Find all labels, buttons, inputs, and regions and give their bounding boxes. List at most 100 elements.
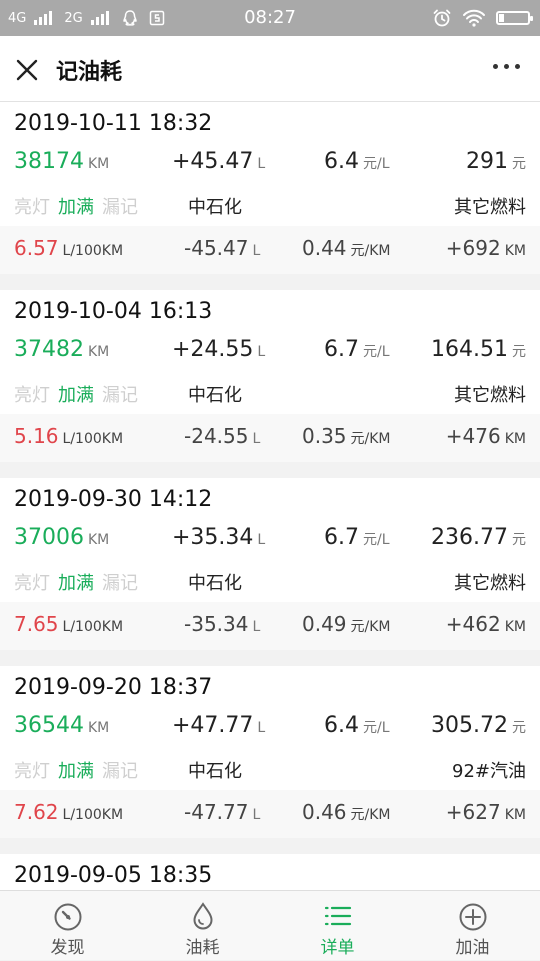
status-right bbox=[432, 8, 533, 28]
volume-unit: L bbox=[257, 532, 266, 548]
nav-label: 详单 bbox=[320, 938, 355, 958]
volume-value: +35.34 bbox=[172, 525, 254, 550]
distance-value: +692 bbox=[445, 236, 501, 260]
record-tag-row: 亮灯 加满 漏记 中石化 其它燃料 bbox=[0, 372, 540, 412]
used-unit: L bbox=[252, 807, 261, 823]
nav-details[interactable]: 详单 bbox=[270, 891, 405, 961]
odometer-value: 36544 bbox=[14, 713, 84, 738]
amount-unit: 元 bbox=[512, 344, 526, 360]
price-value: 6.4 bbox=[324, 713, 359, 738]
odometer-value: 37482 bbox=[14, 337, 84, 362]
record-main-row: 38174 KM +45.47 L 6.4 元/L 291 元 bbox=[0, 144, 540, 184]
cost-per-km-value: 0.46 bbox=[302, 800, 347, 824]
price-unit: 元/L bbox=[363, 156, 390, 172]
record-main-row: 37482 KM +24.55 L 6.7 元/L 164.51 元 bbox=[0, 332, 540, 372]
used-value: -47.77 bbox=[184, 800, 249, 824]
refuel-record-card[interactable]: 2019-10-11 18:32 38174 KM +45.47 L 6.4 元/L … bbox=[0, 102, 540, 274]
station-name: 中石化 bbox=[188, 573, 242, 594]
nav-discover[interactable]: 发现 bbox=[0, 891, 135, 961]
station-name: 中石化 bbox=[188, 385, 242, 406]
used-unit: L bbox=[252, 619, 261, 635]
odometer-value: 38174 bbox=[14, 149, 84, 174]
tag-missed: 漏记 bbox=[102, 197, 138, 218]
price-value: 6.7 bbox=[324, 525, 359, 550]
distance-unit: KM bbox=[504, 807, 526, 823]
volume-value: +24.55 bbox=[172, 337, 254, 362]
refuel-record-card[interactable]: 2019-09-05 18:35 bbox=[0, 854, 540, 890]
gauge-icon bbox=[54, 903, 82, 931]
record-date: 2019-09-30 14:12 bbox=[14, 487, 213, 512]
record-main-row: 37006 KM +35.34 L 6.7 元/L 236.77 元 bbox=[0, 520, 540, 560]
price-value: 6.7 bbox=[324, 337, 359, 362]
refuel-record-card[interactable]: 2019-10-04 16:13 37482 KM +24.55 L 6.7 元/L … bbox=[0, 290, 540, 462]
cost-per-km-unit: 元/KM bbox=[350, 807, 391, 823]
tag-light: 亮灯 bbox=[14, 197, 50, 218]
consumption-value: 5.16 bbox=[14, 424, 59, 448]
nav-fuel-consumption[interactable]: 油耗 bbox=[135, 891, 270, 961]
cost-per-km-value: 0.35 bbox=[302, 424, 347, 448]
app-header: 记油耗 bbox=[0, 36, 540, 102]
volume-unit: L bbox=[257, 344, 266, 360]
odometer-value: 37006 bbox=[14, 525, 84, 550]
bottom-nav: 发现 油耗 详单 加油 bbox=[0, 890, 540, 960]
list-icon bbox=[324, 906, 352, 926]
cost-per-km-value: 0.44 bbox=[302, 236, 347, 260]
status-bar: 4G 2G 08:27 bbox=[0, 0, 540, 36]
refuel-record-list[interactable]: 2019-10-11 18:32 38174 KM +45.47 L 6.4 元/L … bbox=[0, 102, 540, 890]
station-name: 中石化 bbox=[188, 761, 242, 782]
distance-value: +462 bbox=[445, 612, 501, 636]
consumption-value: 7.62 bbox=[14, 800, 59, 824]
more-dot-icon bbox=[504, 64, 509, 69]
tag-full: 加满 bbox=[58, 197, 94, 218]
consumption-unit: L/100KM bbox=[62, 431, 124, 447]
cost-per-km-value: 0.49 bbox=[302, 612, 347, 636]
cost-per-km-unit: 元/KM bbox=[350, 619, 391, 635]
nav-refuel[interactable]: 加油 bbox=[405, 891, 540, 961]
tag-full: 加满 bbox=[58, 761, 94, 782]
cost-per-km-unit: 元/KM bbox=[350, 243, 391, 259]
distance-unit: KM bbox=[504, 243, 526, 259]
tag-full: 加满 bbox=[58, 573, 94, 594]
fuel-type: 其它燃料 bbox=[454, 573, 526, 594]
fuel-type: 其它燃料 bbox=[454, 385, 526, 406]
odometer-unit: KM bbox=[88, 344, 110, 360]
cost-per-km-unit: 元/KM bbox=[350, 431, 391, 447]
tag-light: 亮灯 bbox=[14, 573, 50, 594]
tag-light: 亮灯 bbox=[14, 761, 50, 782]
used-unit: L bbox=[252, 243, 261, 259]
record-date: 2019-09-05 18:35 bbox=[14, 863, 213, 888]
record-stats-row: 5.16 L/100KM -24.55 L 0.35 元/KM +476 KM bbox=[0, 414, 540, 462]
drop-icon bbox=[193, 902, 213, 930]
refuel-record-card[interactable]: 2019-09-30 14:12 37006 KM +35.34 L 6.7 元/L … bbox=[0, 478, 540, 650]
tag-missed: 漏记 bbox=[102, 761, 138, 782]
more-dot-icon bbox=[493, 64, 498, 69]
nav-label: 加油 bbox=[455, 938, 490, 958]
add-circle-icon bbox=[459, 903, 487, 931]
more-dot-icon bbox=[515, 64, 520, 69]
volume-unit: L bbox=[257, 156, 266, 172]
odometer-unit: KM bbox=[88, 532, 110, 548]
price-unit: 元/L bbox=[363, 532, 390, 548]
amount-value: 291 bbox=[466, 149, 508, 174]
fuel-type: 92#汽油 bbox=[452, 761, 526, 782]
used-unit: L bbox=[252, 431, 261, 447]
used-value: -24.55 bbox=[184, 424, 249, 448]
distance-unit: KM bbox=[504, 619, 526, 635]
refuel-record-card[interactable]: 2019-09-20 18:37 36544 KM +47.77 L 6.4 元/L … bbox=[0, 666, 540, 838]
price-value: 6.4 bbox=[324, 149, 359, 174]
amount-unit: 元 bbox=[512, 720, 526, 736]
volume-value: +45.47 bbox=[172, 149, 254, 174]
record-date: 2019-10-04 16:13 bbox=[14, 299, 213, 324]
record-main-row: 36544 KM +47.77 L 6.4 元/L 305.72 元 bbox=[0, 708, 540, 748]
distance-value: +627 bbox=[445, 800, 501, 824]
price-unit: 元/L bbox=[363, 344, 390, 360]
consumption-unit: L/100KM bbox=[62, 619, 124, 635]
tag-missed: 漏记 bbox=[102, 573, 138, 594]
record-date: 2019-10-11 18:32 bbox=[14, 111, 213, 136]
tag-missed: 漏记 bbox=[102, 385, 138, 406]
wifi-icon bbox=[463, 9, 485, 27]
odometer-unit: KM bbox=[88, 720, 110, 736]
close-icon[interactable] bbox=[14, 57, 40, 83]
amount-value: 305.72 bbox=[431, 713, 508, 738]
more-menu-button[interactable] bbox=[493, 64, 520, 69]
